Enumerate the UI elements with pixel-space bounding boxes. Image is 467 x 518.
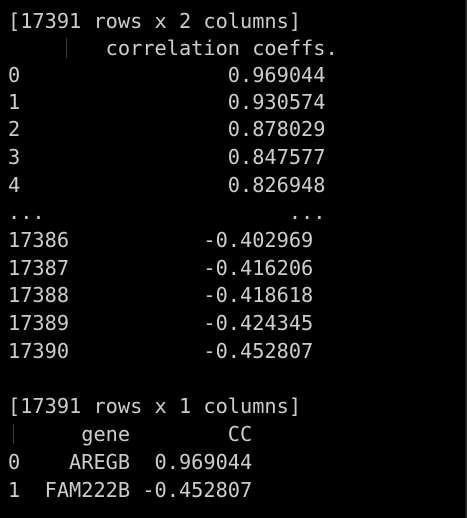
- table-row: 4 0.826948: [8, 173, 326, 197]
- dataframe-shape-line: [17391 rows x 2 columns]: [8, 9, 302, 33]
- table-row: 0 AREGB 0.969044: [8, 450, 253, 474]
- column-header: gene CC: [8, 422, 253, 446]
- table-row: 17387 -0.416206: [8, 256, 314, 280]
- dataframe-shape-line: [17391 rows x 1 columns]: [8, 394, 302, 418]
- table-row: 17389 -0.424345: [8, 311, 314, 335]
- ellipsis-row: ... ...: [8, 200, 326, 224]
- table-row: 1 0.930574: [8, 90, 326, 114]
- table-row: 0 0.969044: [8, 63, 326, 87]
- table-row: 1 FAM222B -0.452807: [8, 478, 253, 502]
- table-row: 17388 -0.418618: [8, 283, 314, 307]
- table-row: 3 0.847577: [8, 145, 326, 169]
- column-header: correlation coeffs.: [8, 36, 338, 60]
- table-row: 17386 -0.402969: [8, 228, 314, 252]
- indent-guide: [13, 424, 14, 444]
- table-row: 2 0.878029: [8, 117, 326, 141]
- indent-guide: [66, 38, 67, 58]
- table-row: 17390 -0.452807: [8, 339, 314, 363]
